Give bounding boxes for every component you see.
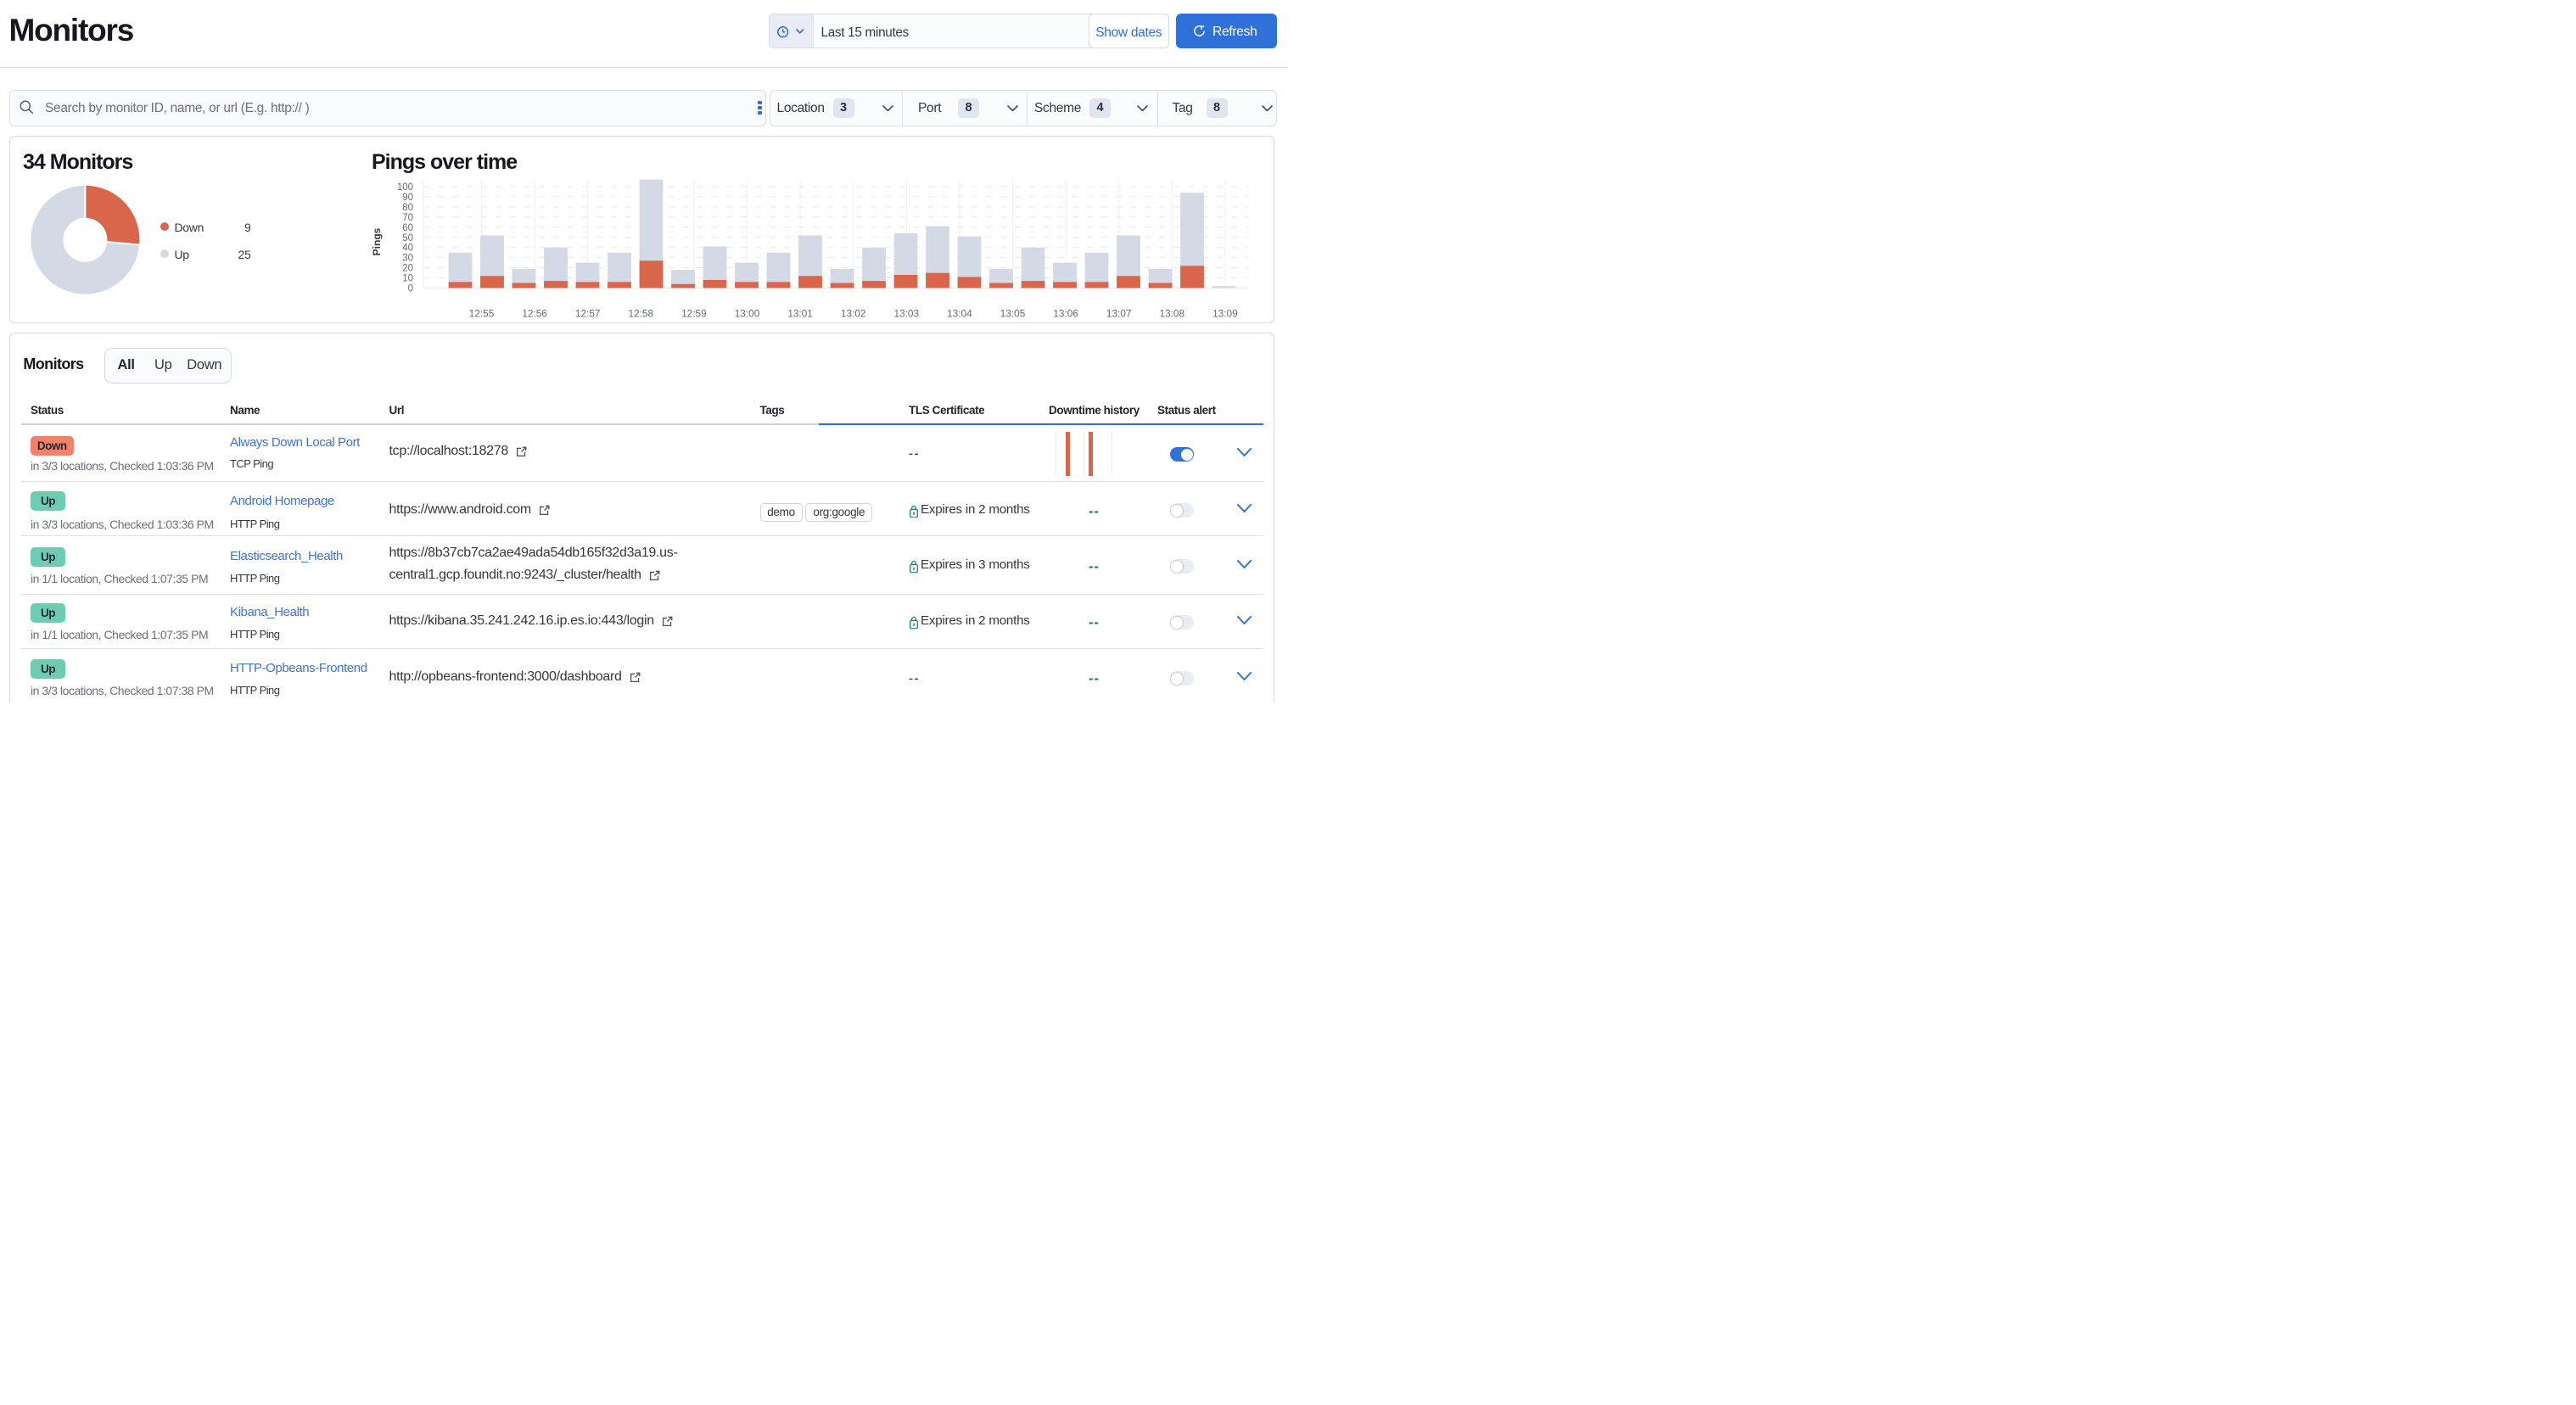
svg-text:13:08: 13:08 bbox=[1160, 308, 1185, 320]
svg-text:80: 80 bbox=[402, 203, 413, 213]
svg-text:30: 30 bbox=[402, 254, 413, 264]
svg-text:13:06: 13:06 bbox=[1053, 308, 1078, 320]
svg-text:0: 0 bbox=[408, 284, 413, 294]
svg-text:50: 50 bbox=[402, 233, 413, 243]
svg-text:13:01: 13:01 bbox=[787, 308, 813, 320]
svg-text:70: 70 bbox=[402, 213, 413, 223]
svg-text:12:56: 12:56 bbox=[522, 308, 547, 320]
svg-text:13:00: 13:00 bbox=[735, 308, 760, 320]
svg-text:90: 90 bbox=[402, 193, 413, 203]
svg-text:13:09: 13:09 bbox=[1212, 308, 1238, 320]
svg-text:12:58: 12:58 bbox=[629, 308, 654, 320]
svg-text:12:57: 12:57 bbox=[575, 308, 601, 320]
svg-text:100: 100 bbox=[397, 182, 413, 193]
svg-text:13:07: 13:07 bbox=[1106, 308, 1132, 320]
svg-text:13:03: 13:03 bbox=[894, 308, 920, 320]
svg-text:40: 40 bbox=[402, 243, 413, 254]
svg-text:60: 60 bbox=[402, 223, 413, 233]
svg-text:13:05: 13:05 bbox=[1000, 308, 1026, 320]
svg-text:10: 10 bbox=[402, 274, 413, 284]
svg-text:12:55: 12:55 bbox=[469, 308, 495, 320]
svg-text:13:02: 13:02 bbox=[841, 308, 866, 320]
svg-text:12:59: 12:59 bbox=[681, 308, 707, 320]
svg-text:Pings: Pings bbox=[371, 227, 383, 255]
svg-text:20: 20 bbox=[402, 264, 413, 274]
svg-text:13:04: 13:04 bbox=[947, 308, 972, 320]
